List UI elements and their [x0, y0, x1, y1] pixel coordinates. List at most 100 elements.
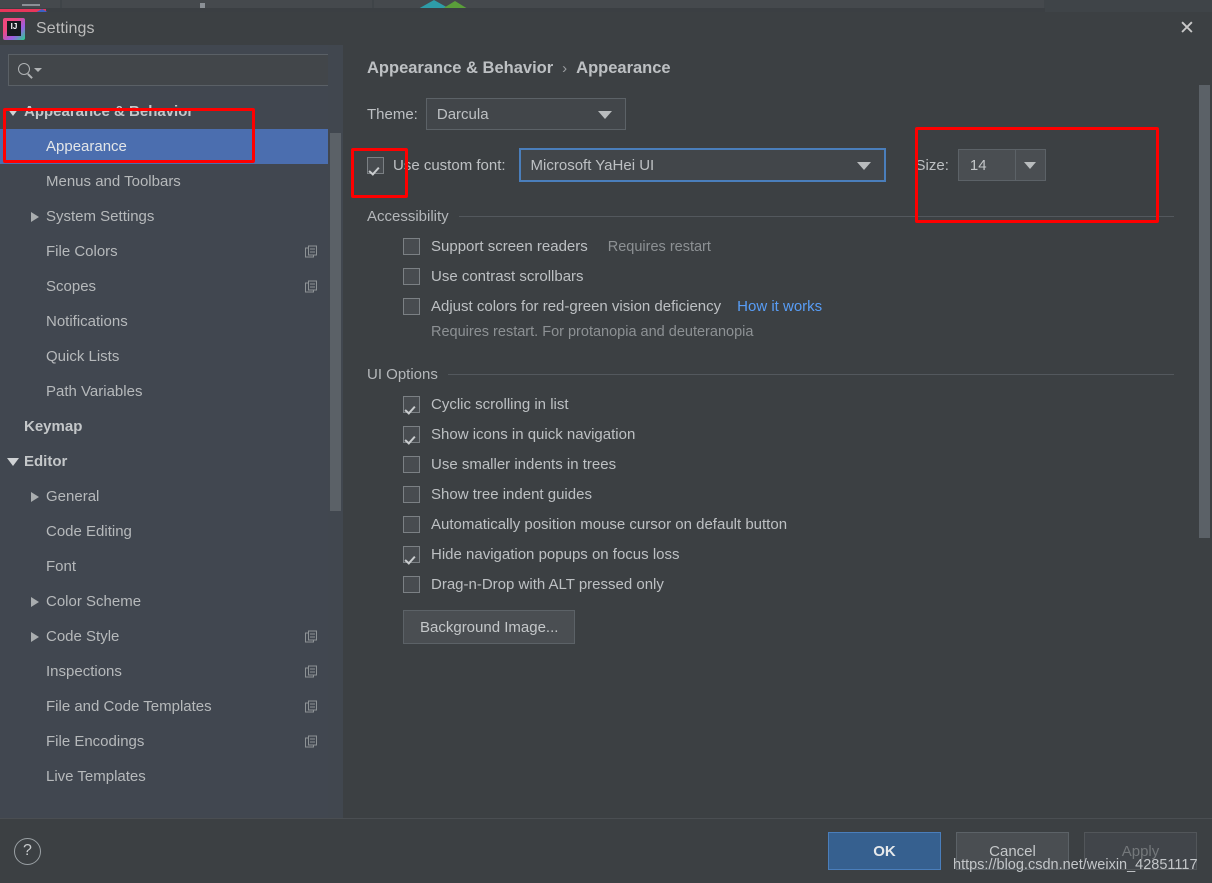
copy-settings-icon[interactable]	[305, 700, 318, 713]
chevron-right-icon[interactable]	[24, 211, 46, 222]
sidebar-item-live-templates[interactable]: Live Templates	[0, 759, 343, 794]
sidebar-item-label: Code Style	[46, 628, 120, 645]
watermark-url: https://blog.csdn.net/weixin_42851117	[953, 857, 1198, 873]
ui-option-checkbox[interactable]	[403, 576, 420, 593]
sidebar-item-font[interactable]: Font	[0, 549, 343, 584]
sidebar-item-label: Path Variables	[46, 383, 143, 400]
sidebar-item-keymap[interactable]: Keymap	[0, 409, 343, 444]
how-it-works-link[interactable]: How it works	[737, 298, 822, 315]
ui-option-checkbox[interactable]	[403, 396, 420, 413]
background-image-button[interactable]: Background Image...	[403, 610, 576, 644]
ok-button[interactable]: OK	[828, 832, 941, 870]
sidebar-item-file-colors[interactable]: File Colors	[0, 234, 343, 269]
sidebar-item-label: Appearance	[46, 138, 127, 155]
sidebar-item-label: Menus and Toolbars	[46, 173, 181, 190]
sidebar-item-label: Editor	[24, 453, 68, 470]
sidebar-item-label: Quick Lists	[46, 348, 120, 365]
sidebar-item-color-scheme[interactable]: Color Scheme	[0, 584, 343, 619]
font-size-dropdown-button[interactable]	[1014, 150, 1045, 180]
chevron-down-icon[interactable]	[2, 457, 24, 466]
sidebar-item-code-editing[interactable]: Code Editing	[0, 514, 343, 549]
chevron-right-icon[interactable]	[24, 596, 46, 607]
sidebar-item-path-variables[interactable]: Path Variables	[0, 374, 343, 409]
ui-option-checkbox[interactable]	[403, 456, 420, 473]
chevron-right-icon[interactable]	[24, 631, 46, 642]
appearance-settings-panel: Appearance & Behavior › Appearance Theme…	[343, 45, 1212, 818]
accessibility-checkbox[interactable]	[403, 298, 420, 315]
sidebar-item-system-settings[interactable]: System Settings	[0, 199, 343, 234]
sidebar-item-general[interactable]: General	[0, 479, 343, 514]
ui-option-checkbox[interactable]	[403, 546, 420, 563]
search-input[interactable]	[42, 62, 332, 78]
ui-options-title: UI Options	[367, 366, 438, 383]
copy-settings-icon[interactable]	[305, 665, 318, 678]
theme-label: Theme:	[367, 105, 418, 123]
divider	[447, 374, 1174, 375]
intellij-logo-icon: IJ	[3, 17, 25, 40]
search-box[interactable]	[8, 54, 333, 86]
copy-settings-icon[interactable]	[305, 630, 318, 643]
font-size-spinner[interactable]: 14	[957, 149, 1046, 181]
background-window-strip	[0, 0, 1212, 14]
content-scrollbar-track[interactable]	[1197, 45, 1212, 818]
help-icon[interactable]: ?	[14, 837, 41, 865]
ui-option-row: Automatically position mouse cursor on d…	[403, 516, 1212, 533]
accessibility-checkbox[interactable]	[403, 238, 420, 255]
close-icon[interactable]: ✕	[1174, 16, 1200, 42]
ui-option-label: Hide navigation popups on focus loss	[431, 546, 680, 563]
sidebar-item-editor[interactable]: Editor	[0, 444, 343, 479]
sidebar-item-appearance[interactable]: Appearance	[0, 129, 343, 164]
logo-text: IJ	[10, 21, 18, 31]
sidebar-item-label: Code Editing	[46, 523, 132, 540]
sidebar-item-label: Notifications	[46, 313, 128, 330]
settings-sidebar: Appearance & Behavior Appearance Menus and…	[0, 45, 343, 818]
sidebar-item-label: Scopes	[46, 278, 97, 295]
sidebar-item-label: General	[46, 488, 100, 505]
theme-selected-value: Darcula	[436, 105, 489, 123]
chevron-right-icon[interactable]	[24, 491, 46, 502]
dialog-body: Appearance & Behavior Appearance Menus and…	[0, 45, 1212, 818]
accessibility-checkbox[interactable]	[403, 268, 420, 285]
use-custom-font-checkbox[interactable]	[367, 156, 384, 174]
sidebar-item-label: Appearance & Behavior	[24, 103, 194, 120]
settings-dialog: IJ Settings ✕ Appearance & Behavior Appea…	[0, 12, 1212, 883]
accessibility-option-label: Use contrast scrollbars	[431, 268, 584, 285]
ui-option-checkbox[interactable]	[403, 486, 420, 503]
ui-option-label: Cyclic scrolling in list	[431, 396, 569, 413]
sidebar-item-file-encodings[interactable]: File Encodings	[0, 724, 343, 759]
sidebar-scrollbar-track[interactable]	[328, 45, 343, 818]
theme-select[interactable]: Darcula	[425, 98, 626, 130]
sidebar-item-appearance-behavior[interactable]: Appearance & Behavior	[0, 94, 343, 129]
sidebar-item-inspections[interactable]: Inspections	[0, 654, 343, 689]
ui-option-row: Hide navigation popups on focus loss	[403, 546, 1212, 563]
sidebar-item-code-style[interactable]: Code Style	[0, 619, 343, 654]
sidebar-item-quick-lists[interactable]: Quick Lists	[0, 339, 343, 374]
ui-option-checkbox[interactable]	[403, 516, 420, 533]
accessibility-option-row: Use contrast scrollbars	[403, 268, 1212, 285]
sidebar-item-menus-and-toolbars[interactable]: Menus and Toolbars	[0, 164, 343, 199]
accessibility-group-header: Accessibility	[367, 208, 1174, 225]
window-title: Settings	[36, 19, 95, 37]
sidebar-item-label: File Colors	[46, 243, 118, 260]
sidebar-item-file-and-code-templates[interactable]: File and Code Templates	[0, 689, 343, 724]
sidebar-item-scopes[interactable]: Scopes	[0, 269, 343, 304]
ui-option-checkbox[interactable]	[403, 426, 420, 443]
copy-settings-icon[interactable]	[305, 735, 318, 748]
theme-row: Theme: Darcula	[367, 98, 1212, 130]
sidebar-scrollbar-thumb[interactable]	[330, 133, 341, 511]
dialog-footer: ? OK Cancel Apply	[0, 818, 1212, 883]
sidebar-item-notifications[interactable]: Notifications	[0, 304, 343, 339]
search-options-caret-icon[interactable]	[34, 68, 42, 72]
breadcrumb-parent[interactable]: Appearance & Behavior	[367, 59, 553, 78]
ui-options-list: Cyclic scrolling in list Show icons in qu…	[367, 396, 1212, 593]
ui-option-row: Use smaller indents in trees	[403, 456, 1212, 473]
copy-settings-icon[interactable]	[305, 245, 318, 258]
copy-settings-icon[interactable]	[305, 280, 318, 293]
custom-font-select[interactable]: Microsoft YaHei UI	[518, 148, 886, 182]
content-scrollbar-thumb[interactable]	[1199, 85, 1210, 538]
ui-options-group-header: UI Options	[367, 366, 1174, 383]
chevron-down-icon[interactable]	[2, 107, 24, 116]
accessibility-option-label: Support screen readers	[431, 238, 588, 255]
ui-option-row: Show tree indent guides	[403, 486, 1212, 503]
font-size-value[interactable]: 14	[959, 150, 1015, 180]
